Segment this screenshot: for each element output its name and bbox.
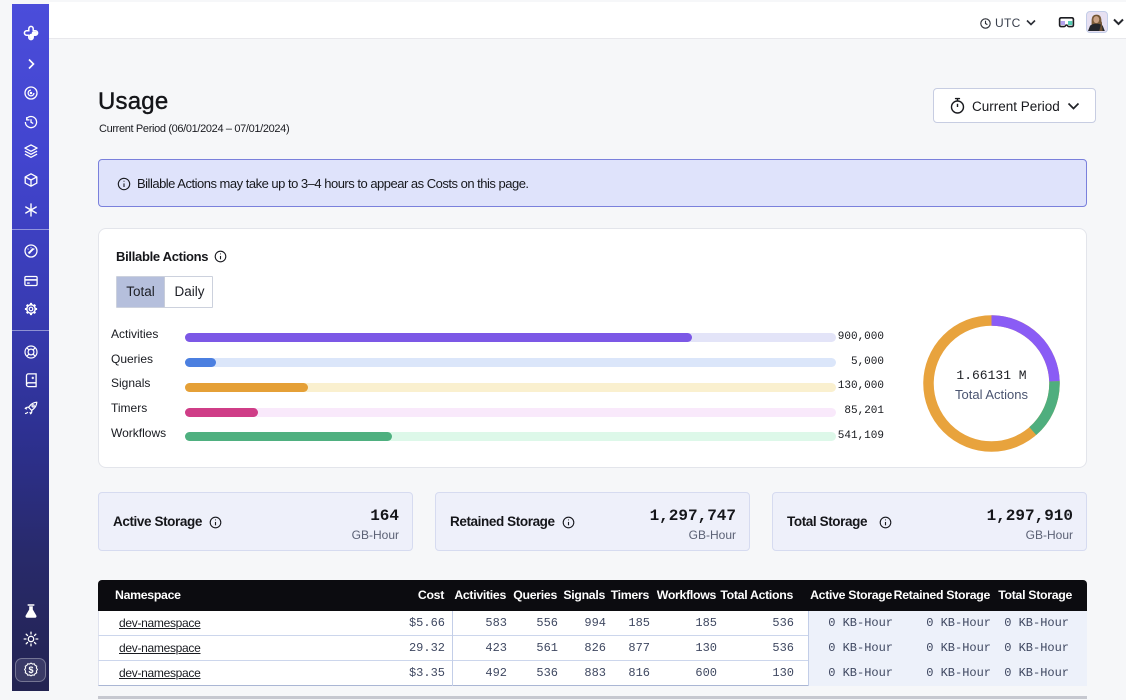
svg-text:$: $ — [28, 665, 33, 675]
